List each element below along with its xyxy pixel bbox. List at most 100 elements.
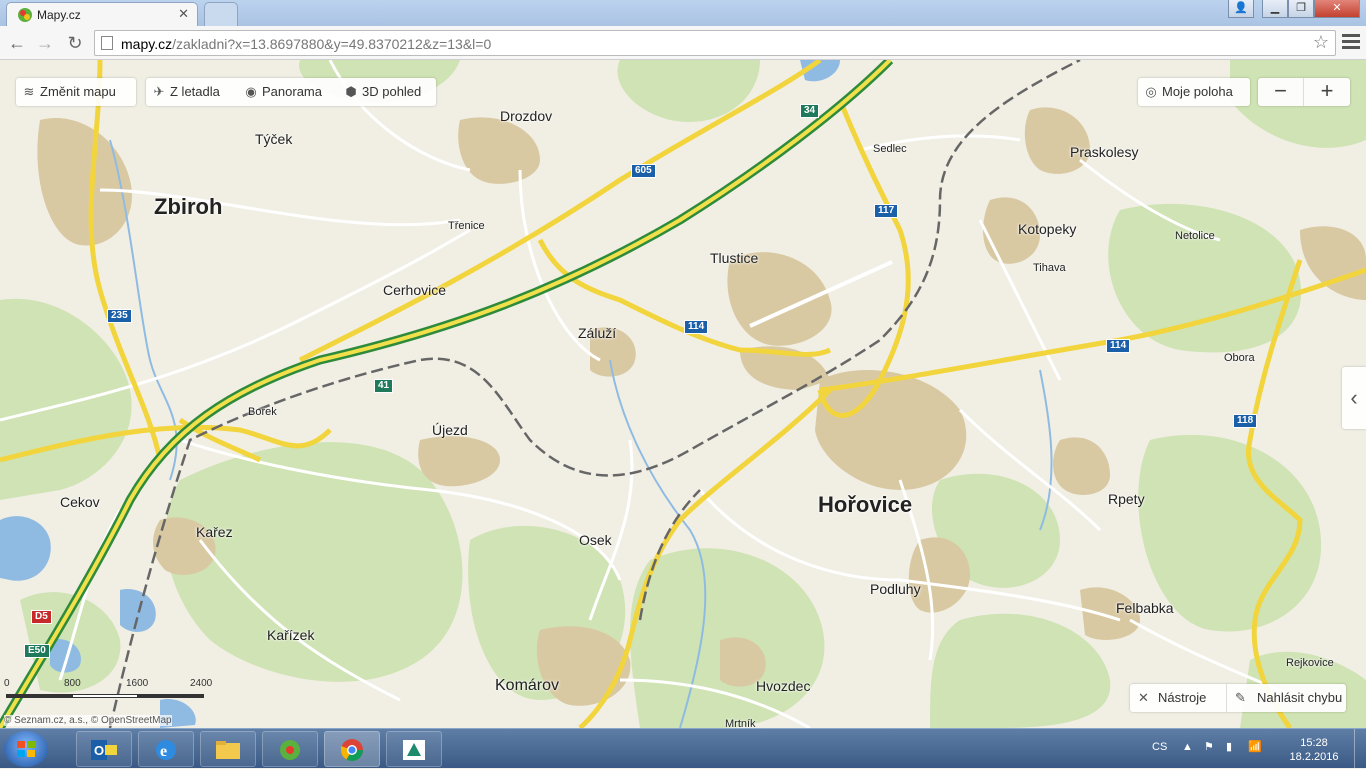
road-number-label: 117 — [874, 204, 899, 218]
side-panel-toggle-chevron-left-icon[interactable]: ‹ — [1342, 367, 1366, 429]
reload-icon[interactable]: ↻ — [62, 30, 88, 56]
zoom-in-button[interactable]: + — [1304, 78, 1350, 106]
place-label: Kotopeky — [1018, 221, 1077, 237]
power-icon[interactable]: ▮ — [1226, 740, 1232, 753]
scale-bar — [138, 694, 204, 698]
back-arrow-icon[interactable]: ← — [4, 30, 30, 56]
action-center-flag-icon[interactable]: ⚑ — [1204, 740, 1214, 753]
location-target-icon: ◎ — [1145, 84, 1157, 99]
clock-time: 15:28 — [1300, 737, 1328, 749]
place-label: Tihava — [1033, 262, 1066, 274]
menu-icon[interactable] — [1342, 31, 1360, 53]
place-label: Kařízek — [267, 627, 315, 643]
icq-flower-icon — [280, 740, 300, 760]
road-number-label: 114 — [1106, 339, 1131, 353]
taskbar-chrome[interactable] — [324, 731, 380, 767]
report-error-button[interactable]: ✎ Nahlásit chybu — [1226, 684, 1342, 712]
place-label: Záluží — [578, 325, 617, 341]
page-icon — [101, 36, 113, 50]
aerial-button[interactable]: ✈ Z letadla — [146, 78, 236, 106]
place-label: Kařez — [196, 524, 233, 540]
taskbar-app[interactable] — [386, 731, 442, 767]
map-canvas[interactable]: Zbiroh Hořovice Týček Drozdov Třenice Ce… — [0, 60, 1366, 728]
close-window-button[interactable]: ✕ — [1314, 0, 1360, 18]
bottom-tools-bar: ✕ Nástroje ✎ Nahlásit chybu — [1130, 684, 1346, 712]
bookmark-star-icon[interactable]: ☆ — [1313, 32, 1329, 53]
zoom-control: − + — [1258, 78, 1350, 106]
my-location-control: ◎ Moje poloha — [1138, 78, 1250, 106]
pencil-icon: ✎ — [1235, 690, 1246, 705]
place-label: Drozdov — [500, 108, 553, 124]
place-label: Praskolesy — [1070, 144, 1139, 160]
show-hidden-icons-icon[interactable]: ▲ — [1182, 741, 1193, 753]
taskbar-internet-explorer[interactable]: e — [138, 731, 194, 767]
place-label: Borek — [248, 406, 277, 418]
change-map-control: ≋ Změnit mapu — [16, 78, 136, 106]
scale-label: 2400 — [190, 678, 213, 689]
outlook-icon: O — [91, 740, 117, 760]
road-number-label: 605 — [631, 164, 656, 178]
url-text: mapy.cz/zakladni?x=13.8697880&y=49.83702… — [121, 36, 492, 52]
place-label: Hvozdec — [756, 678, 811, 694]
road-number-label: 118 — [1233, 414, 1258, 428]
scale-label: 0 — [4, 678, 10, 689]
road-number-label: 235 — [107, 309, 132, 323]
network-signal-icon[interactable]: 📶 — [1248, 740, 1262, 753]
layers-icon: ≋ — [23, 84, 35, 99]
scale-label: 1600 — [126, 678, 149, 689]
forward-arrow-icon[interactable]: → — [32, 30, 58, 56]
place-label: Cekov — [60, 494, 100, 510]
windows-taskbar: O e CS ▲ ⚑ ▮ 📶 15:28 18.2.2016 — [0, 728, 1366, 769]
change-map-button[interactable]: ≋ Změnit mapu — [16, 78, 136, 106]
scale-bar — [72, 694, 138, 698]
tab-close-icon[interactable]: ✕ — [178, 6, 189, 22]
clock[interactable]: 15:28 18.2.2016 — [1284, 736, 1344, 764]
taskbar-icq[interactable] — [262, 731, 318, 767]
system-tray: CS ▲ ⚑ ▮ 📶 15:28 18.2.2016 — [1126, 729, 1366, 769]
place-label: Podluhy — [870, 581, 921, 597]
chrome-icon — [341, 739, 363, 761]
user-icon[interactable]: 👤 — [1228, 0, 1254, 18]
eye-icon: ◉ — [245, 84, 257, 99]
place-label: Netolice — [1175, 230, 1215, 242]
forest-areas — [0, 60, 1366, 728]
show-desktop-button[interactable] — [1354, 729, 1366, 769]
map-scale: 0 800 1600 2400 — [2, 678, 222, 708]
map-graphics — [0, 60, 1366, 728]
language-indicator[interactable]: CS — [1152, 741, 1167, 753]
maximize-button[interactable]: ❐ — [1288, 0, 1314, 18]
road-number-label: D5 — [31, 610, 52, 624]
browser-toolbar: ← → ↻ mapy.cz/zakladni?x=13.8697880&y=49… — [0, 26, 1366, 60]
start-button[interactable] — [4, 731, 48, 767]
road-number-label: 34 — [800, 104, 820, 118]
address-bar[interactable]: mapy.cz/zakladni?x=13.8697880&y=49.83702… — [94, 30, 1336, 56]
my-location-button[interactable]: ◎ Moje poloha — [1138, 78, 1250, 106]
road-number-label: E50 — [24, 644, 50, 658]
map-attribution[interactable]: © Seznam.cz, a.s., © OpenStreetMap — [4, 715, 172, 726]
road-number-label: 114 — [684, 320, 709, 334]
place-label: Újezd — [432, 422, 468, 438]
minimize-button[interactable]: ▁ — [1262, 0, 1288, 18]
taskbar-outlook[interactable]: O — [76, 731, 132, 767]
3d-view-button[interactable]: ⬢ 3D pohled — [338, 78, 434, 106]
svg-text:O: O — [94, 743, 104, 758]
tools-button[interactable]: ✕ Nástroje — [1136, 684, 1206, 712]
place-label: Osek — [579, 532, 612, 548]
green-app-icon — [403, 740, 425, 760]
windows-logo-icon — [17, 741, 35, 757]
new-tab-button[interactable] — [204, 2, 238, 26]
place-label: Zbiroh — [154, 194, 223, 219]
place-label: Rpety — [1108, 491, 1145, 507]
internet-explorer-icon: e — [156, 740, 176, 760]
taskbar-file-explorer[interactable] — [200, 731, 256, 767]
tab-mapy[interactable]: Mapy.cz ✕ — [6, 2, 198, 26]
tools-icon: ✕ — [1138, 690, 1149, 705]
panorama-button[interactable]: ◉ Panorama — [238, 78, 336, 106]
place-label: Cerhovice — [383, 282, 447, 298]
airplane-icon: ✈ — [153, 84, 165, 99]
road-number-label: 41 — [374, 379, 394, 393]
place-label: Obora — [1224, 352, 1255, 364]
mapy-favicon-icon — [18, 8, 32, 22]
map-view-controls: ✈ Z letadla ◉ Panorama ⬢ 3D pohled — [146, 78, 436, 106]
zoom-out-button[interactable]: − — [1258, 78, 1304, 106]
